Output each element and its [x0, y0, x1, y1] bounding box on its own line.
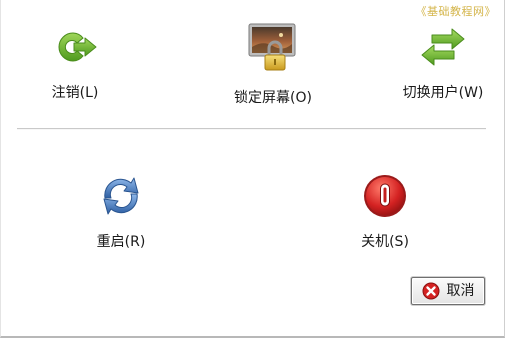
lock-screen-button[interactable]: 锁定屏幕(O) — [223, 22, 323, 106]
restart-button[interactable]: 重启(R) — [83, 172, 159, 250]
restart-label: 重启(R) — [96, 234, 146, 250]
lock-screen-label: 锁定屏幕(O) — [234, 90, 312, 106]
logout-button[interactable]: 注销(L) — [41, 26, 109, 101]
shutdown-label: 关机(S) — [361, 234, 409, 250]
switch-user-button[interactable]: 切换用户(W) — [393, 26, 493, 101]
logout-label: 注销(L) — [51, 85, 99, 101]
cancel-label: 取消 — [446, 283, 475, 299]
power-icon — [364, 175, 406, 217]
logout-dialog: 《基础教程网》 注销(L) 锁定屏幕(O) 切换用户(W) 重启(R) 关机(S… — [0, 0, 505, 338]
cancel-button[interactable]: 取消 — [411, 277, 485, 305]
watermark-text: 《基础教程网》 — [415, 5, 496, 18]
cancel-x-icon — [422, 282, 439, 300]
restart-arrows-icon — [103, 177, 139, 215]
switch-user-arrows-icon — [421, 28, 465, 66]
lock-screen-icon — [248, 23, 296, 71]
separator — [17, 128, 486, 130]
switch-user-label: 切换用户(W) — [402, 85, 484, 101]
logout-arrow-icon — [58, 32, 97, 62]
shutdown-button[interactable]: 关机(S) — [351, 172, 419, 250]
